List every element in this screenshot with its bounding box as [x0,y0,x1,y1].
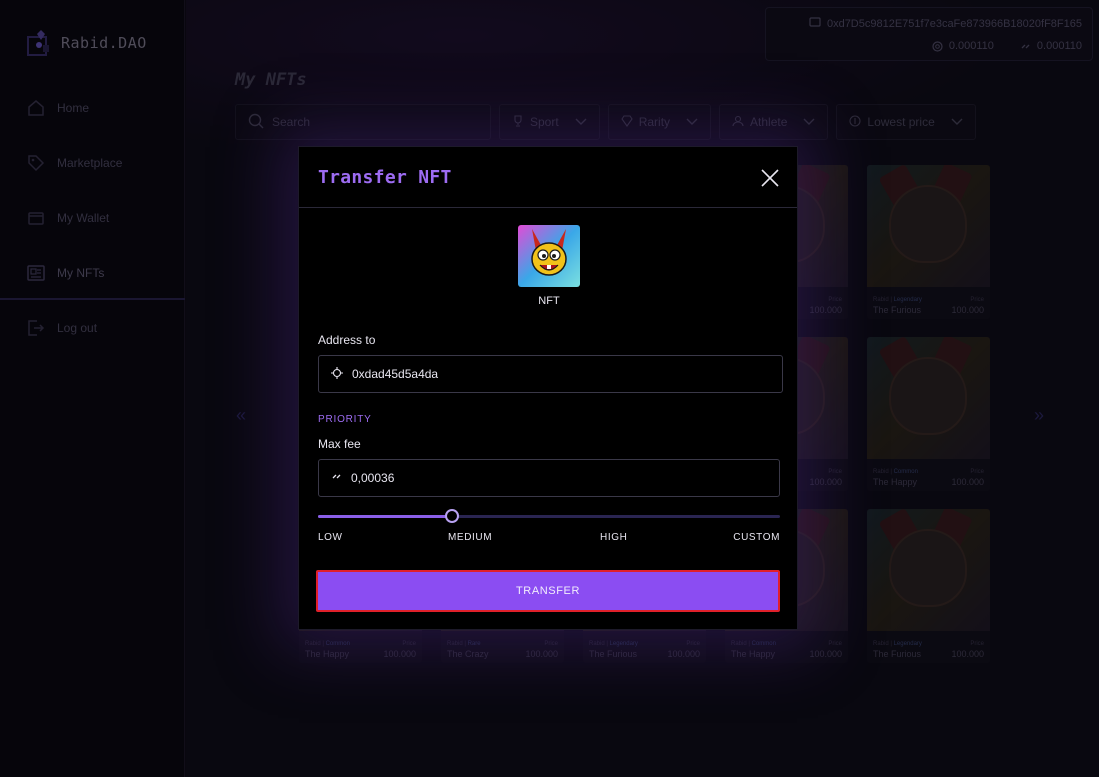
dialog-header: Transfer NFT [299,147,797,208]
max-fee-value: 0,00036 [351,471,395,485]
slider-label-low[interactable]: LOW [318,532,343,543]
slider-labels: LOW MEDIUM HIGH CUSTOM [318,532,780,546]
slider-thumb[interactable] [444,509,459,523]
slider-label-high[interactable]: HIGH [600,532,627,543]
slider-label-medium[interactable]: MEDIUM [448,532,492,543]
nft-thumbnail [518,225,580,287]
app-root: Rabid.DAO Home Marketplace My Wallet My … [0,0,1099,777]
dialog-title: Transfer NFT [318,167,452,188]
slider-label-custom[interactable]: CUSTOM [733,532,780,543]
transfer-button[interactable]: TRANSFER [316,570,780,612]
address-to-label: Address to [318,333,376,347]
slider-fill [318,515,452,518]
address-to-value: 0xdad45d5a4da [352,367,439,381]
transfer-nft-dialog: Transfer NFT NFT Address to 0xdad45d5a4d… [298,146,798,630]
close-button[interactable] [759,167,781,189]
close-icon [761,169,779,187]
max-fee-input[interactable]: 0,00036 [318,459,780,497]
priority-slider[interactable] [318,509,780,523]
priority-heading: PRIORITY [318,414,372,425]
address-to-input[interactable]: 0xdad45d5a4da [318,355,783,393]
link-icon [331,471,342,485]
target-icon [331,366,343,382]
max-fee-label: Max fee [318,437,361,451]
nft-label: NFT [538,295,560,307]
